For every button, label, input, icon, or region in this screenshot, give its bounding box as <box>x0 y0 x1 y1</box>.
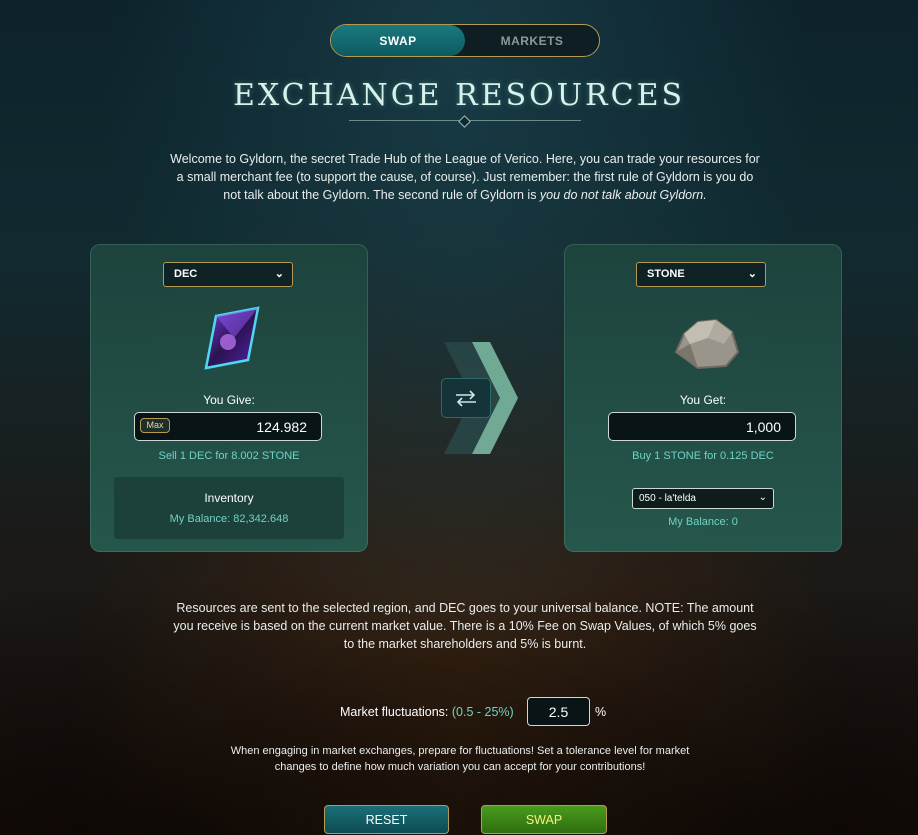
fluctuation-unit: % <box>595 705 607 719</box>
give-token-value: DEC <box>174 268 198 280</box>
view-toggle: SWAP MARKETS <box>330 24 600 57</box>
get-token-value: STONE <box>647 268 685 280</box>
max-button[interactable]: Max <box>140 418 170 433</box>
get-panel: STONE ⌄ You Get: 1,000 Buy 1 STONE for 0… <box>564 244 842 552</box>
intro-text: Welcome to Gyldorn, the secret Trade Hub… <box>170 150 760 204</box>
fluctuation-label-text: Market fluctuations: <box>340 705 449 719</box>
get-balance: My Balance: 0 <box>668 516 738 528</box>
get-amount-input[interactable]: 1,000 <box>608 412 796 441</box>
give-token-select[interactable]: DEC ⌄ <box>163 262 293 287</box>
chevron-down-icon: ⌄ <box>274 268 284 280</box>
fluctuation-row: Market fluctuations: (0.5 - 25%) 2.5 % <box>0 697 918 727</box>
give-balance: My Balance: 82,342.648 <box>169 513 289 525</box>
get-rate: Buy 1 STONE for 0.125 DEC <box>632 450 774 462</box>
chevron-down-icon: ⌄ <box>747 268 757 280</box>
inventory-box: Inventory My Balance: 82,342.648 <box>114 477 344 539</box>
fluctuation-range: (0.5 - 25%) <box>451 705 514 719</box>
fluctuation-input[interactable]: 2.5 <box>527 697 590 726</box>
give-label: You Give: <box>203 393 255 407</box>
swap-button[interactable]: SWAP <box>481 805 607 834</box>
region-select[interactable]: 050 - la'telda ⌄ <box>632 488 774 509</box>
fee-note: Resources are sent to the selected regio… <box>173 601 757 651</box>
background-scene <box>0 535 918 835</box>
dec-crystal-icon <box>204 306 260 370</box>
inventory-title: Inventory <box>204 491 254 505</box>
swap-arrows-icon <box>456 390 476 407</box>
get-amount-value: 1,000 <box>745 419 781 435</box>
give-rate: Sell 1 DEC for 8.002 STONE <box>158 450 300 462</box>
fluctuation-tip: When engaging in market exchanges, prepa… <box>230 745 690 773</box>
reset-button[interactable]: RESET <box>324 805 449 834</box>
title-divider <box>349 115 581 128</box>
get-token-select[interactable]: STONE ⌄ <box>636 262 766 287</box>
tab-swap[interactable]: SWAP <box>331 25 465 56</box>
region-value: 050 - la'telda <box>639 493 696 504</box>
swap-direction-button[interactable] <box>441 378 491 418</box>
fluctuation-label: Market fluctuations: (0.5 - 25%) <box>340 705 514 719</box>
stone-rock-icon <box>674 318 740 370</box>
give-amount-input[interactable]: Max 124.982 <box>134 412 322 441</box>
give-panel: DEC ⌄ You Give: Max 124.982 Sell 1 DEC f… <box>90 244 368 552</box>
intro-emphasis: you do not talk about Gyldorn. <box>539 188 707 202</box>
tab-markets[interactable]: MARKETS <box>465 25 599 56</box>
chevron-down-icon: ⌄ <box>758 492 767 503</box>
page-title: EXCHANGE RESOURCES <box>232 78 686 113</box>
get-label: You Get: <box>679 393 727 407</box>
give-amount-value: 124.982 <box>256 419 307 435</box>
